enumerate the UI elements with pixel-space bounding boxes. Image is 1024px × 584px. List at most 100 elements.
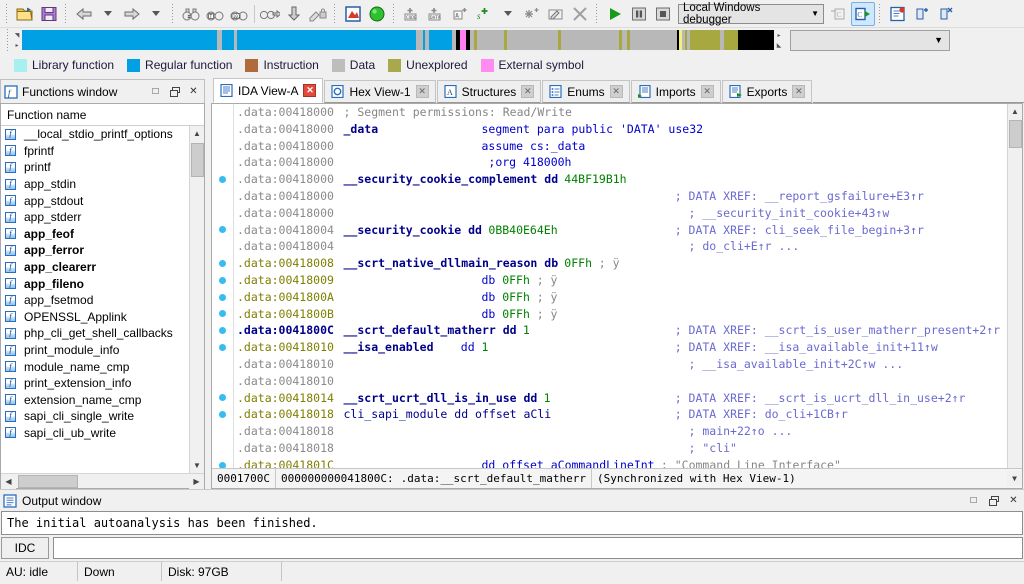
disassembly-line[interactable]: .data:00418000 _datasegment para public … <box>237 121 1007 138</box>
disassembly-line[interactable]: .data:00418018 cli_sapi_module dd offset… <box>237 406 1007 423</box>
jump-down-icon[interactable] <box>282 2 306 26</box>
breakpoint-dot-icon[interactable] <box>219 344 226 351</box>
tab-close-icon[interactable]: ✕ <box>610 85 623 98</box>
scrollbar-thumb-h[interactable] <box>18 475 78 488</box>
breakpoint-dot-icon[interactable] <box>219 294 226 301</box>
function-list-item[interactable]: fsapi_cli_single_write <box>1 408 189 425</box>
breakpoint-gutter[interactable] <box>212 104 234 468</box>
search-text-icon[interactable]: T <box>203 2 227 26</box>
functions-column-header[interactable]: Function name <box>1 104 204 126</box>
breakpoint-dot-icon[interactable] <box>219 310 226 317</box>
navigator-segment[interactable] <box>416 30 423 50</box>
breakpoint-dot-icon[interactable] <box>219 327 226 334</box>
function-list-item[interactable]: fapp_fileno <box>1 275 189 292</box>
tab-imports[interactable]: Imports✕ <box>631 80 721 103</box>
tab-close-icon[interactable]: ✕ <box>416 85 429 98</box>
tab-close-icon[interactable]: ✕ <box>521 85 534 98</box>
play-icon[interactable] <box>603 2 627 26</box>
idc-command-input[interactable] <box>53 537 1023 559</box>
function-list-item[interactable]: fapp_feof <box>1 226 189 243</box>
open-file-icon[interactable] <box>13 2 37 26</box>
scroll-down-icon[interactable]: ▼ <box>190 458 205 473</box>
navigator-segment[interactable] <box>22 30 217 50</box>
disassembly-line[interactable]: .data:00418000 ; __security_init_cookie+… <box>237 205 1007 222</box>
function-list-item[interactable]: fmodule_name_cmp <box>1 358 189 375</box>
add-breakpoint-icon[interactable] <box>910 2 934 26</box>
function-list-item[interactable]: ffprintf <box>1 143 189 160</box>
disassembly-vertical-scrollbar[interactable]: ▲ <box>1007 104 1022 468</box>
navigator-segment[interactable] <box>507 30 558 50</box>
disassembly-line[interactable]: .data:00418000 ;org 418000h <box>237 154 1007 171</box>
edit-operand-icon[interactable] <box>544 2 568 26</box>
breakpoint-dot-icon[interactable] <box>219 411 226 418</box>
breakpoint-marker[interactable] <box>212 322 233 339</box>
disassembly-line[interactable]: .data:00418000 __security_cookie_complem… <box>237 171 1007 188</box>
disassembly-line[interactable]: .data:0041800A db 0FFh; ÿ <box>237 289 1007 306</box>
navigator-segment[interactable] <box>724 30 738 50</box>
function-list-item[interactable]: fprint_extension_info <box>1 375 189 392</box>
function-list-item[interactable]: fphp_cli_get_shell_callbacks <box>1 325 189 342</box>
navigator-zoom-arrows[interactable]: ◥▸ <box>12 30 22 50</box>
function-list-item[interactable]: fOPENSSL_Applink <box>1 309 189 326</box>
disassembly-line[interactable]: .data:00418000 assume cs:_data <box>237 138 1007 155</box>
navigator-grip[interactable] <box>4 29 12 51</box>
scrollbar-thumb[interactable] <box>1009 120 1022 148</box>
navigator-segment[interactable] <box>477 30 504 50</box>
disassembly-line[interactable]: .data:00418009 db 0FFh; ÿ <box>237 272 1007 289</box>
breakpoint-marker[interactable] <box>212 339 233 356</box>
functions-list[interactable]: f__local_stdio_printf_optionsffprintffpr… <box>1 126 189 473</box>
make-string-dropdown-icon[interactable] <box>496 2 520 26</box>
disassembly-line[interactable]: .data:00418018 ; main+22↑o ... <box>237 423 1007 440</box>
function-list-item[interactable]: fapp_stdout <box>1 192 189 209</box>
navigator-scroll-arrows[interactable]: ▸◣ <box>774 30 784 50</box>
disassembly-line[interactable]: .data:00418000 ; Segment permissions: Re… <box>237 104 1007 121</box>
navigator-segment[interactable] <box>237 30 416 50</box>
navigator-segment[interactable] <box>690 30 721 50</box>
tab-close-icon[interactable]: ✕ <box>701 85 714 98</box>
toolbar-grip-6[interactable] <box>594 4 601 24</box>
disassembly-line[interactable]: .data:0041800B db 0FFh; ÿ <box>237 306 1007 323</box>
toolbar-grip-2[interactable] <box>63 4 70 24</box>
breakpoint-dot-icon[interactable] <box>219 176 226 183</box>
output-restore-button[interactable] <box>986 493 1001 508</box>
breakpoint-dot-icon[interactable] <box>219 394 226 401</box>
toolbar-grip[interactable] <box>4 4 11 24</box>
breakpoint-marker[interactable] <box>212 222 233 239</box>
back-dropdown-icon[interactable] <box>96 2 120 26</box>
disassembly-line[interactable]: .data:0041800C __scrt_default_matherr dd… <box>237 322 1007 339</box>
forward-icon[interactable] <box>120 2 144 26</box>
pause-icon[interactable] <box>627 2 651 26</box>
breakpoint-marker[interactable] <box>212 390 233 407</box>
breakpoint-marker[interactable] <box>212 406 233 423</box>
undefine-icon[interactable] <box>568 2 592 26</box>
search-next-icon[interactable] <box>258 2 282 26</box>
disassembly-line[interactable]: .data:00418004 ; do_cli+E↑r ... <box>237 238 1007 255</box>
decompile-disabled-icon[interactable]: C <box>827 2 851 26</box>
scroll-up-icon[interactable]: ▲ <box>1008 104 1023 119</box>
pencil-lock-icon[interactable] <box>306 2 330 26</box>
functions-restore-button[interactable] <box>167 84 182 99</box>
breakpoint-marker[interactable] <box>212 306 233 323</box>
disassembly-listing[interactable]: .data:00418000 ; Segment permissions: Re… <box>234 104 1007 468</box>
green-circle-icon[interactable] <box>365 2 389 26</box>
breakpoint-list-icon[interactable] <box>886 2 910 26</box>
tab-close-icon[interactable]: ✕ <box>792 85 805 98</box>
stop-icon[interactable] <box>651 2 675 26</box>
save-icon[interactable] <box>37 2 61 26</box>
output-close-button[interactable]: ✕ <box>1006 493 1021 508</box>
breakpoint-dot-icon[interactable] <box>219 462 226 468</box>
scroll-right-icon[interactable]: ▶ <box>189 474 204 489</box>
function-list-item[interactable]: fprint_module_info <box>1 342 189 359</box>
graph-overview-icon[interactable] <box>341 2 365 26</box>
disassembly-line[interactable]: .data:00418014 __scrt_ucrt_dll_is_in_use… <box>237 390 1007 407</box>
toolbar-grip-5[interactable] <box>391 4 398 24</box>
navigator-segment[interactable] <box>630 30 677 50</box>
navigator-band[interactable] <box>22 30 774 50</box>
breakpoint-dot-icon[interactable] <box>219 226 226 233</box>
debugger-selector[interactable]: Local Windows debugger ▼ <box>678 4 824 24</box>
search-immediate-icon[interactable]: 101 <box>227 2 251 26</box>
function-list-item[interactable]: fsapi_cli_ub_write <box>1 425 189 442</box>
navigator-segment[interactable] <box>222 30 234 50</box>
disassembly-line[interactable]: .data:00418010 ; __isa_available_init+2C… <box>237 356 1007 373</box>
breakpoint-dot-icon[interactable] <box>219 260 226 267</box>
